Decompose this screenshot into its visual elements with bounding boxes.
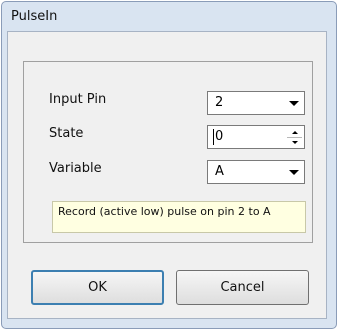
state-spinner[interactable]: 0 <box>207 125 305 149</box>
chevron-down-icon[interactable] <box>285 94 302 112</box>
state-value: 0 <box>215 129 224 144</box>
window-title: PulseIn <box>11 9 58 24</box>
text-caret <box>213 129 214 145</box>
spin-up-icon[interactable] <box>287 128 302 137</box>
variable-select[interactable]: A <box>207 160 305 184</box>
variable-label: Variable <box>49 161 102 176</box>
state-label: State <box>49 126 84 141</box>
cancel-button[interactable]: Cancel <box>176 270 309 305</box>
chevron-down-icon[interactable] <box>285 163 302 181</box>
spin-down-icon[interactable] <box>287 137 302 146</box>
input-pin-value: 2 <box>215 95 224 110</box>
description-box: Record (active low) pulse on pin 2 to A <box>52 201 306 233</box>
ok-button[interactable]: OK <box>31 270 164 305</box>
input-pin-label: Input Pin <box>49 92 107 107</box>
spin-control <box>287 128 302 146</box>
input-pin-select[interactable]: 2 <box>207 91 305 115</box>
variable-value: A <box>215 164 224 179</box>
title-bar[interactable]: PulseIn <box>2 2 336 32</box>
